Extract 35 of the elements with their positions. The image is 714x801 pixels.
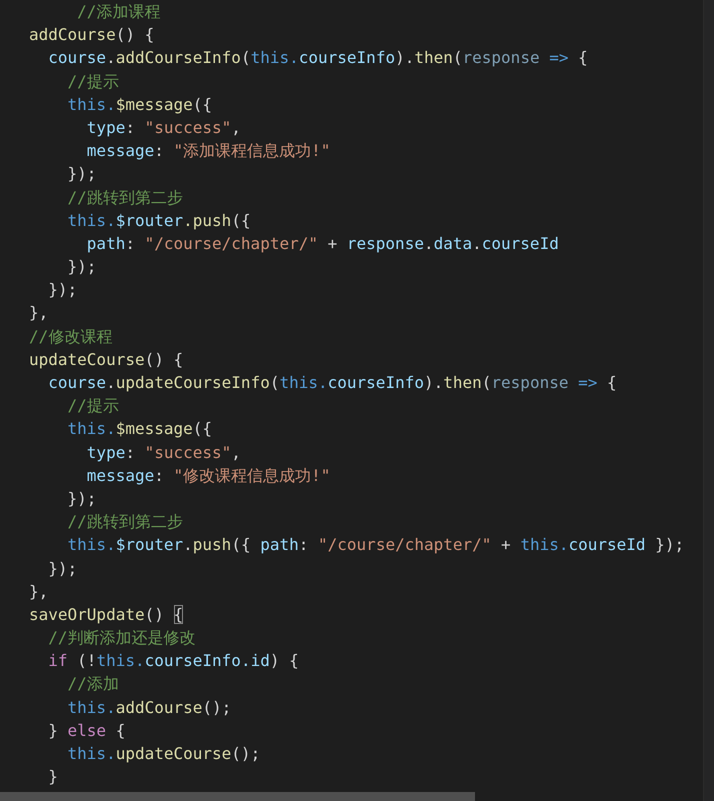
code-line: this.updateCourse();: [66, 743, 260, 765]
code-line: //跳转到第二步: [66, 511, 183, 534]
code-line: type: "success",: [86, 442, 241, 464]
code-line: saveOrUpdate() {: [29, 604, 184, 626]
code-line: //添加: [66, 673, 119, 696]
code-line: //判断添加还是修改: [47, 627, 196, 650]
code-line: }: [47, 766, 58, 788]
code-line: } else {: [47, 720, 126, 742]
code-line: this.$message({: [66, 418, 212, 440]
code-line: //提示: [66, 70, 119, 93]
code-line: this.$router.push({ path: "/course/chapter/" + this.courseId });: [66, 534, 684, 556]
code-line: message: "修改课程信息成功!": [86, 464, 330, 487]
code-line: this.$router.push({: [66, 210, 251, 232]
code-line: updateCourse() {: [29, 348, 184, 371]
code-line: course.updateCourseInfo(this.courseInfo).then(response => {: [47, 372, 617, 394]
code-line: });: [66, 256, 96, 278]
code-line: });: [47, 279, 78, 302]
code-line: });: [66, 163, 96, 186]
code-line: if (!this.courseInfo.id) {: [47, 650, 299, 672]
code-line: //修改课程: [29, 326, 112, 348]
horizontal-scrollbar[interactable]: [0, 792, 475, 801]
code-line: this.addCourse();: [66, 696, 232, 719]
code-line: //提示: [66, 395, 119, 418]
code-line: addCourse() {: [29, 24, 154, 46]
code-line: type: "success",: [86, 116, 241, 139]
code-line: message: "添加课程信息成功!": [86, 140, 330, 162]
code-line: this.$message({: [66, 94, 212, 116]
code-line: course.addCourseInfo(this.courseInfo).then(response => {: [47, 47, 588, 70]
code-line: },: [29, 302, 48, 324]
code-line: //跳转到第二步: [66, 186, 183, 208]
code-line: });: [66, 488, 96, 510]
code-line: path: "/course/chapter/" + response.data.courseId: [86, 232, 559, 255]
code-line: //添加课程: [76, 1, 160, 23]
code-line: });: [47, 558, 78, 580]
code-line: },: [29, 580, 48, 603]
